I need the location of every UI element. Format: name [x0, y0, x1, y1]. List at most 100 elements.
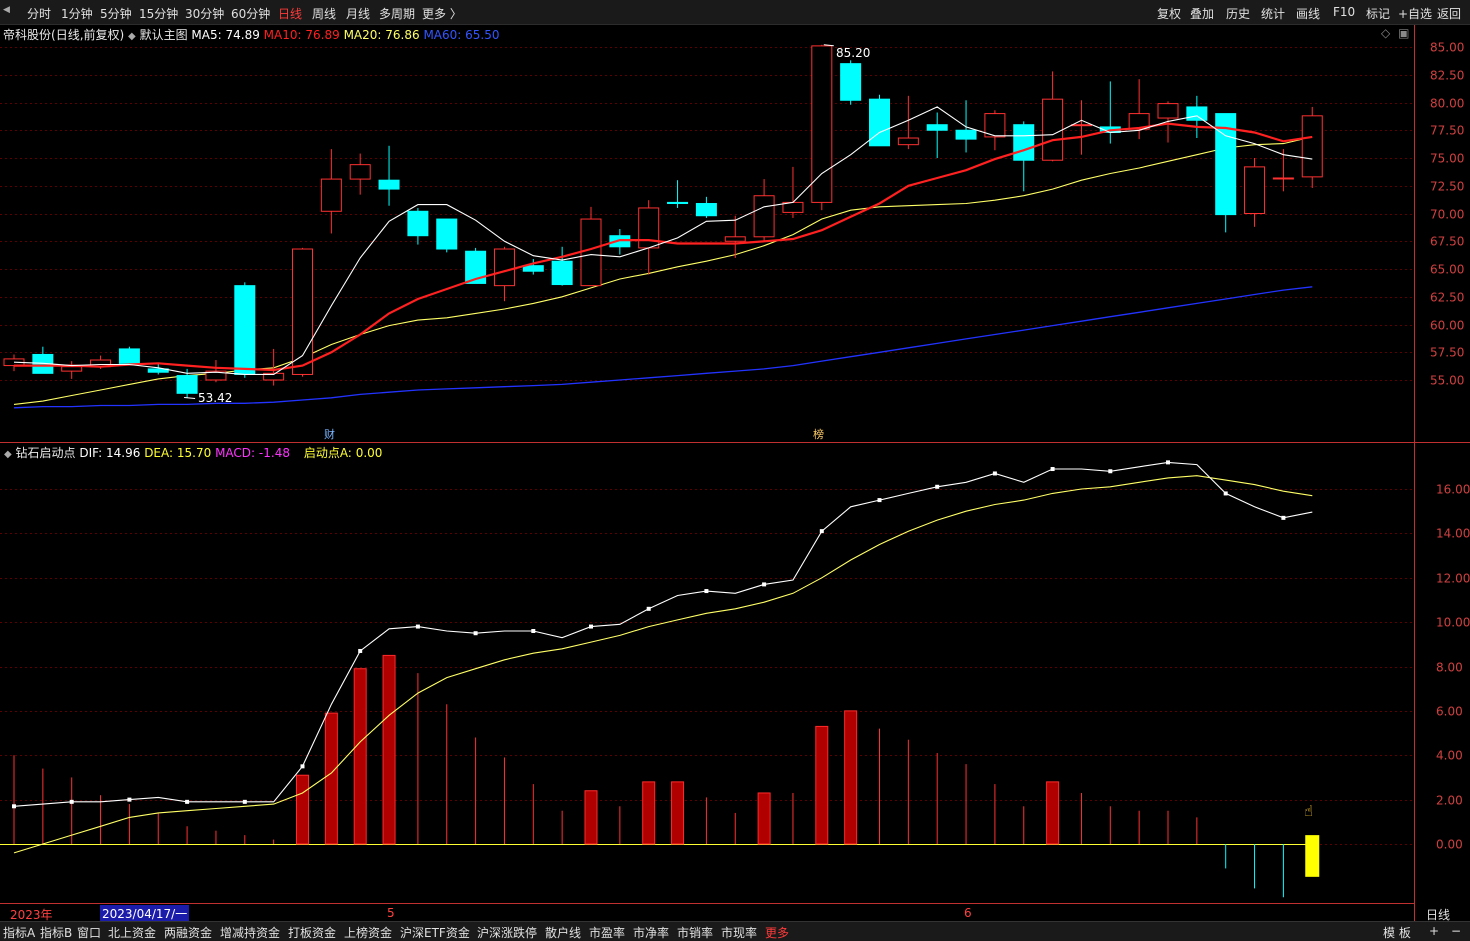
macd-bar-strong: [815, 725, 829, 845]
dif-point: [69, 799, 74, 804]
macd-bar-strong: [584, 790, 598, 845]
dif-line: [12, 460, 1313, 809]
price-tick-label: 80.00: [1430, 97, 1464, 111]
tab-limit-up-funds[interactable]: 打板资金: [288, 924, 336, 941]
ma5-legend: MA5: 74.89: [191, 28, 260, 42]
candle-body: [869, 98, 890, 147]
price-tick-label: 65.00: [1430, 263, 1464, 277]
dif-point: [819, 529, 824, 534]
candle-body: [1272, 177, 1294, 180]
tab-window[interactable]: 窗口: [77, 924, 101, 941]
tab-holding-change[interactable]: 增减持资金: [220, 924, 280, 941]
zoom-out-button[interactable]: −: [1451, 924, 1461, 938]
candle-body: [1070, 124, 1092, 127]
zoom-in-button[interactable]: +: [1429, 924, 1439, 938]
dif-point: [1223, 491, 1228, 496]
tab-pe[interactable]: 市盈率: [589, 924, 625, 941]
ma60-polyline: [13, 286, 1313, 409]
candle-body: [753, 195, 775, 238]
template-toggle-icon[interactable]: ◆: [128, 31, 136, 42]
chart-annotations: 85.20 53.42 财 榜 ☝: [184, 44, 1313, 820]
dif-point: [415, 624, 420, 629]
candle-body: [522, 265, 544, 272]
price-tick-label: 57.50: [1430, 346, 1464, 360]
chart-frame: [0, 25, 1470, 921]
low-price-marker: 53.42: [198, 391, 232, 405]
main-price-axis: 55.00 57.50 60.00 62.50 65.00 67.50 70.00 72.50…: [1430, 41, 1464, 388]
sub-value-axis: 0.00 2.00 4.00 6.00 8.00 10.00 12.00 14.00 16.00: [1436, 483, 1470, 852]
menu-box-icon[interactable]: ▣: [1398, 26, 1409, 40]
tab-indicator-b[interactable]: 指标B: [40, 924, 72, 941]
candle-body: [580, 218, 602, 287]
macd-bar-strong: [642, 781, 656, 845]
macd-histogram: [13, 654, 1320, 898]
macd-bar-strong: [324, 712, 338, 845]
tab-more[interactable]: 更多: [765, 924, 789, 941]
sub-chart-header: ◆ 钻石启动点 DIF: 14.96 DEA: 15.70 MACD: -1.4…: [4, 444, 382, 461]
tab-billboard-funds[interactable]: 上榜资金: [344, 924, 392, 941]
cursor-date-label: 2023/04/17/一: [100, 905, 190, 922]
dea-line: [13, 475, 1313, 854]
ma5-line: [13, 106, 1313, 375]
finance-event-marker[interactable]: 财: [324, 427, 335, 441]
value-tick-label: 2.00: [1436, 794, 1463, 808]
value-tick-label: 14.00: [1436, 527, 1470, 541]
tab-pcf[interactable]: 市现率: [721, 924, 757, 941]
dif-point: [704, 589, 709, 594]
candle-body: [320, 178, 342, 212]
ma60-line: [13, 286, 1313, 409]
candle-body: [926, 124, 948, 131]
ma10-legend: MA10: 76.89: [263, 28, 340, 42]
macd-bar-strong: [296, 774, 309, 845]
indicator-tabs-bar: 指标A 指标B 窗口 北上资金 两融资金 增减持资金 打板资金 上榜资金 沪深E…: [0, 921, 1470, 941]
high-price-marker: 85.20: [836, 46, 870, 60]
dif-point: [992, 471, 997, 476]
dif-point: [185, 799, 190, 804]
candle-body: [897, 137, 919, 146]
dif-polyline: [13, 461, 1313, 807]
month-label-may: 5: [387, 906, 395, 920]
diamond-icon[interactable]: ◇: [1381, 26, 1390, 40]
macd-bar-strong: [671, 781, 685, 845]
ma60-legend: MA60: 65.50: [423, 28, 500, 42]
tab-limit-stats[interactable]: 沪深涨跌停: [477, 924, 537, 941]
candle-body: [695, 203, 717, 217]
candle-body: [724, 236, 746, 242]
tab-etf-funds[interactable]: 沪深ETF资金: [400, 924, 470, 941]
chart-canvas[interactable]: 55.0057.5060.0062.5065.0067.5070.0072.50…: [0, 0, 1470, 940]
candle-body: [118, 348, 140, 364]
price-tick-label: 60.00: [1430, 319, 1464, 333]
tab-ps[interactable]: 市销率: [677, 924, 713, 941]
candle-body: [407, 210, 429, 237]
template-name[interactable]: 默认主图: [140, 28, 188, 42]
ma10-line: [14, 122, 1313, 372]
dif-point: [762, 582, 767, 587]
macd-bar-current: [1305, 835, 1320, 877]
tab-retail-line[interactable]: 散户线: [545, 924, 581, 941]
dea-legend: DEA: 15.70: [144, 446, 212, 460]
tab-northbound[interactable]: 北上资金: [108, 924, 156, 941]
dif-point: [877, 498, 882, 503]
candle-body: [61, 366, 83, 372]
price-tick-label: 77.50: [1430, 124, 1464, 138]
candle-body: [840, 63, 862, 101]
dif-point: [531, 629, 536, 633]
ma5-polyline: [13, 106, 1313, 375]
dif-point: [242, 799, 247, 804]
candle-body: [1186, 106, 1208, 121]
tab-pb[interactable]: 市净率: [633, 924, 669, 941]
template-button[interactable]: 模 板: [1383, 924, 1411, 941]
indicator-toggle-icon[interactable]: ◆: [4, 449, 12, 460]
value-tick-label: 16.00: [1436, 483, 1470, 497]
candle-body: [378, 179, 400, 190]
candle-body: [176, 375, 198, 394]
tab-indicator-a[interactable]: 指标A: [3, 924, 35, 941]
dif-point: [646, 606, 651, 611]
indicator-name[interactable]: 钻石启动点: [16, 446, 76, 460]
ma20-polyline: [13, 136, 1313, 405]
price-tick-label: 82.50: [1430, 69, 1464, 83]
tab-margin[interactable]: 两融资金: [164, 924, 212, 941]
main-chart-header: 帝科股份(日线,前复权) ◆ 默认主图 MA5: 74.89 MA10: 76.…: [3, 26, 500, 43]
macd-bar-strong: [844, 710, 858, 845]
billboard-event-marker[interactable]: 榜: [813, 427, 824, 441]
